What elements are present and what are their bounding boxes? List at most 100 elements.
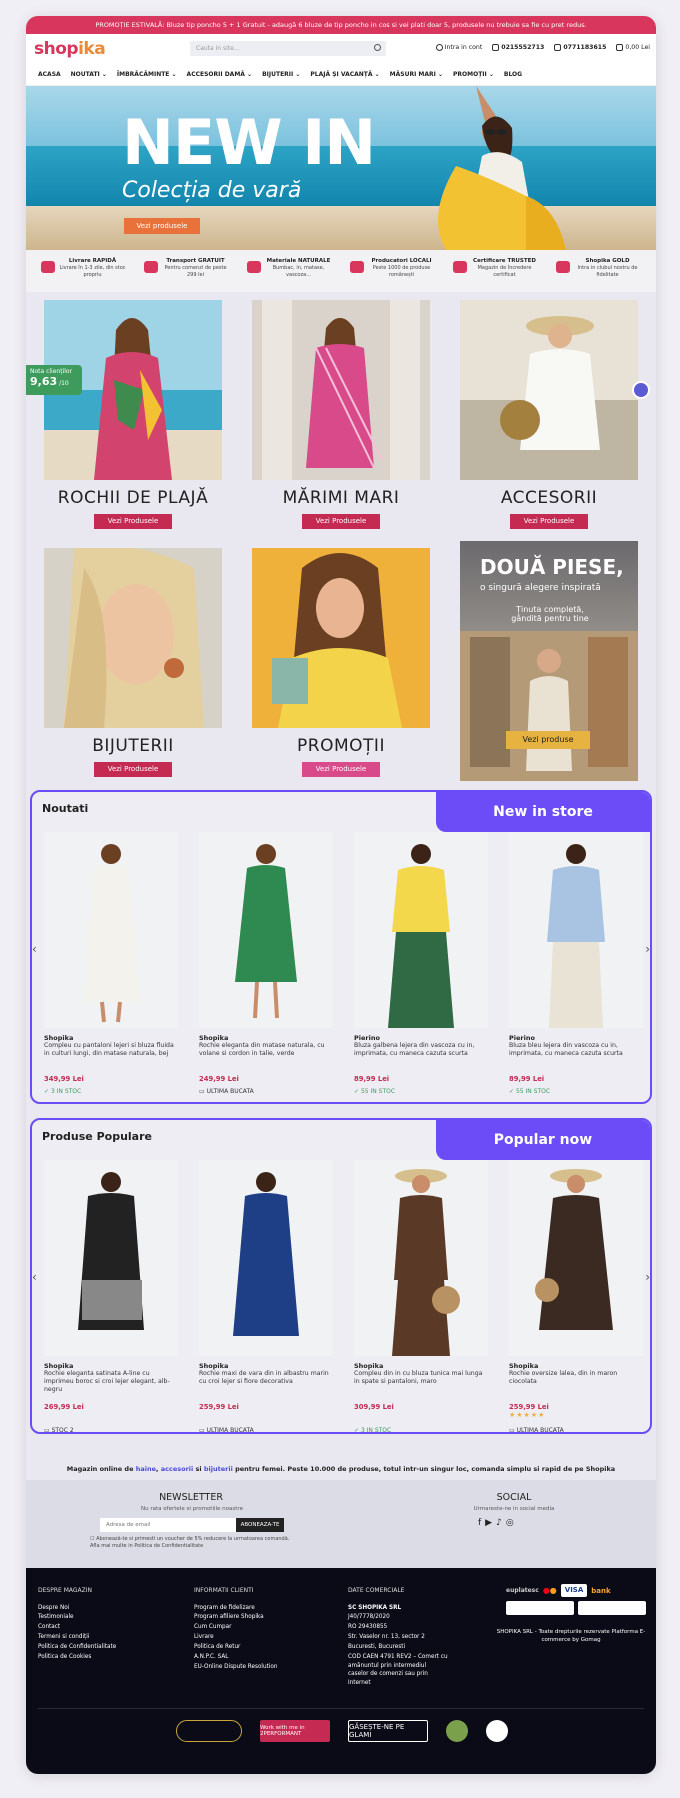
login-link[interactable]: Intra in cont xyxy=(435,44,482,51)
about-post: pentru femei. Peste 10.000 de produse, t… xyxy=(232,1465,616,1473)
glami-badge[interactable]: GĂSEȘTE-NE PE GLAMI xyxy=(348,1720,428,1742)
phone-link-2[interactable]: 0771183615 xyxy=(554,44,606,51)
trusted-badge[interactable] xyxy=(446,1720,468,1742)
footer-link[interactable]: Termeni si condiții xyxy=(38,1633,116,1643)
anpc-sol-badge[interactable] xyxy=(578,1601,646,1615)
footer-link[interactable]: Despre Noi xyxy=(38,1604,116,1614)
footer-link[interactable]: Politica de Confidentialitate xyxy=(38,1643,116,1653)
footer-link[interactable]: Program de fidelizare xyxy=(194,1604,278,1614)
anpc-sal-badge[interactable] xyxy=(506,1601,574,1615)
instagram-icon[interactable]: ◎ xyxy=(506,1518,514,1528)
product-card[interactable]: Shopika Rochie eleganta satinata A-line … xyxy=(44,1160,178,1432)
nav-item-promotii[interactable]: PROMOȚII ⌄ xyxy=(453,71,494,78)
consent-text: Abonează-te si primesti un voucher de 5%… xyxy=(90,1536,290,1549)
product-card[interactable]: Shopika Compleu din in cu bluza tunica m… xyxy=(354,1160,488,1432)
footer-link[interactable]: Politica de Retur xyxy=(194,1643,278,1653)
hero-banner[interactable]: NEW IN Colecția de vară Vezi produsele xyxy=(26,86,656,250)
facebook-icon[interactable]: f xyxy=(478,1518,481,1528)
link-haine[interactable]: haine xyxy=(136,1465,156,1473)
carousel-next-icon[interactable]: › xyxy=(645,1270,650,1284)
usp-title: Materiale NATURALE xyxy=(266,258,331,264)
category-button[interactable]: Vezi Produsele xyxy=(94,762,172,777)
product-brand: Shopika xyxy=(509,1362,539,1370)
customer-rating-badge[interactable]: Nota clienților 9,63 /10 xyxy=(26,365,82,395)
youtube-icon[interactable]: ▶ xyxy=(485,1518,492,1528)
footer-link[interactable]: Cum Cumpar xyxy=(194,1623,278,1633)
2performant-badge[interactable]: Work with me in 2PERFORMANT xyxy=(260,1720,330,1742)
category-label: BIJUTERII xyxy=(92,736,174,756)
certificate-badge[interactable] xyxy=(486,1720,508,1742)
product-card[interactable]: Shopika Rochie maxi de vara din in albas… xyxy=(199,1160,333,1432)
footer-link[interactable]: Contact xyxy=(38,1623,116,1633)
nav-item-bijuterii[interactable]: BIJUTERII ⌄ xyxy=(262,71,300,78)
category-label: ACCESORII xyxy=(500,488,598,508)
search-input[interactable]: Cauta in site... xyxy=(190,41,386,56)
usp-text: Magazin de încredere certificat xyxy=(477,265,532,278)
nav-item-acasa[interactable]: ACASA xyxy=(38,71,61,78)
nav-item-blog[interactable]: BLOG xyxy=(504,71,522,78)
category-accesorii[interactable]: ACCESORII Vezi Produsele xyxy=(460,300,638,529)
category-marimi-mari[interactable]: MĂRIMI MARI Vezi Produsele xyxy=(252,300,430,529)
usp-title: Producatori LOCALI xyxy=(371,258,432,264)
product-card[interactable]: Shopika Rochie eleganta din matase natur… xyxy=(199,832,333,1095)
usp-text: Intra in clubul nostru de fidelitate xyxy=(577,265,638,278)
footer-link[interactable]: Politica de Cookies xyxy=(38,1653,116,1663)
logo[interactable]: shopika xyxy=(34,39,106,59)
phone-link-1[interactable]: 0215552713 xyxy=(492,44,544,51)
cart-link[interactable]: 0,00 Lei xyxy=(616,44,650,51)
promo-tile-cta[interactable]: Vezi produse xyxy=(506,731,590,749)
category-bijuterii[interactable]: BIJUTERII Vezi Produsele xyxy=(44,548,222,777)
category-button[interactable]: Vezi Produsele xyxy=(510,514,588,529)
category-button[interactable]: Vezi Produsele xyxy=(302,514,380,529)
nav-item-masuri-mari[interactable]: MĂSURI MARI ⌄ xyxy=(390,71,443,78)
search-icon[interactable] xyxy=(374,44,381,51)
product-card[interactable]: Shopika Rochie oversize lalea, din in ma… xyxy=(509,1160,643,1434)
footer-col-title: DESPRE MAGAZIN xyxy=(38,1587,93,1594)
product-stock: ▭ ULTIMA BUCATA xyxy=(509,1427,564,1434)
payment-methods: euplatesc ●● VISA bank xyxy=(506,1584,648,1615)
product-stock: ✓ 3 IN STOC xyxy=(44,1088,82,1095)
category-promotii[interactable]: PROMOȚII Vezi Produsele xyxy=(252,548,430,777)
nav-item-accesorii[interactable]: ACCESORII DAMĂ ⌄ xyxy=(187,71,253,78)
product-card[interactable]: Pierino Bluza bleu lejera din vascoza cu… xyxy=(509,832,643,1095)
footer-col-date: DATE COMERCIALE SC SHOPIKA SRL J40/7778/… xyxy=(348,1586,448,1688)
category-button[interactable]: Vezi Produsele xyxy=(94,514,172,529)
promo-two-pieces-tile[interactable]: DOUĂ PIESE, o singură alegere inspirată … xyxy=(460,541,638,781)
newsletter-email-input[interactable]: Adresa de email xyxy=(100,1518,238,1532)
footer-link[interactable]: Program afiliere Shopika xyxy=(194,1613,278,1623)
product-image xyxy=(354,832,488,1028)
newsletter-consent[interactable]: ☐ Abonează-te si primesti un voucher de … xyxy=(90,1536,290,1549)
gpec-badge[interactable] xyxy=(176,1720,242,1742)
carousel-prev-icon[interactable]: ‹ xyxy=(32,1270,37,1284)
usp-title: Transport GRATUIT xyxy=(166,258,225,264)
category-button[interactable]: Vezi Produsele xyxy=(302,762,380,777)
carousel-prev-icon[interactable]: ‹ xyxy=(32,942,37,956)
link-bijuterii[interactable]: bijuterii xyxy=(204,1465,233,1473)
footer-link[interactable]: Testimoniale xyxy=(38,1613,116,1623)
rating-value: 9,63 xyxy=(30,375,58,388)
accessibility-icon[interactable] xyxy=(632,381,650,399)
promo-bar[interactable]: PROMOȚIE ESTIVALĂ: Bluze tip poncho 5 + … xyxy=(26,16,656,34)
footer-link[interactable]: EU-Online Dispute Resolution xyxy=(194,1663,278,1673)
link-accesorii[interactable]: accesorii xyxy=(161,1465,194,1473)
usp-text: Bumbac, in, matase, vascoza... xyxy=(272,265,325,278)
category-rochii-plaja[interactable]: ROCHII DE PLAJĂ Vezi Produsele xyxy=(44,300,222,529)
about-mid: si xyxy=(193,1465,204,1473)
usp-item: Livrare RAPIDĂ Livrare în 1-3 zile, din s… xyxy=(40,258,127,278)
section-badge: New in store xyxy=(436,792,650,832)
hero-cta-button[interactable]: Vezi produsele xyxy=(124,218,200,234)
footer-link[interactable]: Livrare xyxy=(194,1633,278,1643)
carousel-next-icon[interactable]: › xyxy=(645,942,650,956)
subscribe-button[interactable]: ABONEAZA-TE xyxy=(236,1518,284,1532)
product-card[interactable]: Shopika Compleu cu pantaloni lejeri si b… xyxy=(44,832,178,1095)
nav-item-plaja[interactable]: PLAJĂ ȘI VACANȚĂ ⌄ xyxy=(310,71,379,78)
nav-item-noutati[interactable]: NOUTATI ⌄ xyxy=(71,71,107,78)
footer-link[interactable]: A.N.P.C. SAL xyxy=(194,1653,278,1663)
tiktok-icon[interactable]: ♪ xyxy=(496,1518,502,1528)
product-card[interactable]: Pierino Bluza galbena lejera din vascoza… xyxy=(354,832,488,1095)
product-brand: Shopika xyxy=(44,1034,74,1042)
logo-main: shop xyxy=(34,39,79,59)
trophy-icon xyxy=(555,261,570,273)
product-price: 309,99 Lei xyxy=(354,1403,394,1411)
nav-item-imbracaminte[interactable]: ÎMBRĂCĂMINTE ⌄ xyxy=(117,71,177,78)
